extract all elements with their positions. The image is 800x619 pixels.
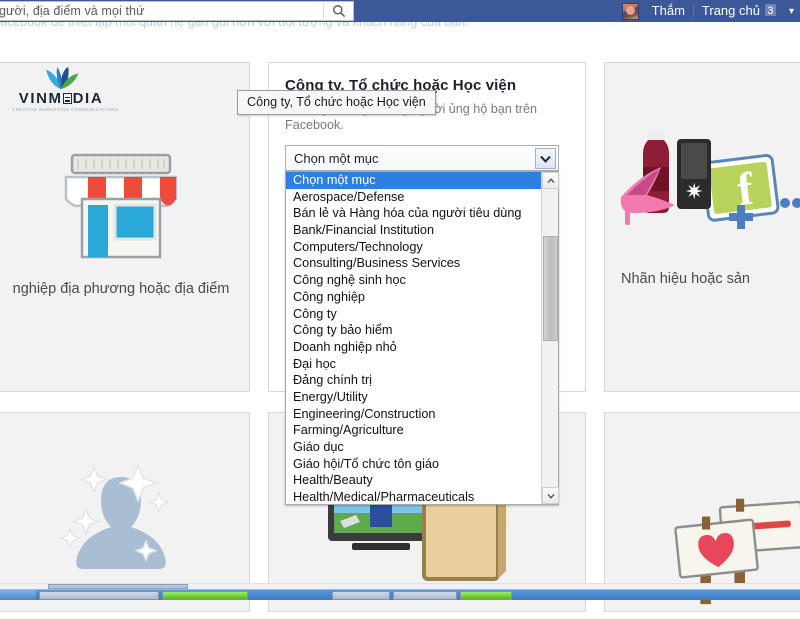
- e-box-glyph: [63, 93, 72, 104]
- taskbar-item[interactable]: [39, 591, 159, 600]
- home-count-badge: 3: [764, 3, 777, 17]
- os-taskbar[interactable]: [0, 589, 800, 600]
- tooltip: Công ty, Tổ chức hoặc Học viện: [237, 90, 436, 115]
- taskbar-item[interactable]: [332, 591, 390, 600]
- dropdown-option[interactable]: Farming/Agriculture: [286, 422, 541, 439]
- dropdown-options[interactable]: Chọn một mụcAerospace/DefenseBán lẻ và H…: [286, 172, 541, 504]
- dropdown-option[interactable]: Công nghiệp: [286, 289, 541, 306]
- header-right-nav: Thắm Trang chủ 3 ▾: [622, 0, 800, 22]
- page-body: nghiệp địa phương hoặc địa điểm Công ty,…: [0, 38, 800, 600]
- dropdown-option[interactable]: Aerospace/Defense: [286, 189, 541, 206]
- vinmedia-tagline: CREATIVE MARKETING COMMUNICATIONS: [12, 107, 110, 112]
- dropdown-option[interactable]: Công ty bảo hiểm: [286, 322, 541, 339]
- category-select-wrap: Chọn một mục Chọn một mụcAerospace/Defen…: [285, 145, 559, 171]
- storefront-icon: [0, 141, 249, 271]
- search-icon[interactable]: [323, 1, 353, 21]
- category-select[interactable]: Chọn một mục: [285, 145, 559, 171]
- taskbar-item[interactable]: [162, 591, 248, 600]
- taskbar-item[interactable]: [393, 591, 457, 600]
- card-cause[interactable]: [604, 412, 800, 612]
- dropdown-option[interactable]: Giáo hội/Tổ chức tôn giáo: [286, 456, 541, 473]
- dropdown-option[interactable]: Computers/Technology: [286, 239, 541, 256]
- chevron-down-icon[interactable]: [535, 148, 556, 169]
- leaf-icon: [33, 64, 89, 90]
- scrollbar-thumb[interactable]: [543, 236, 558, 341]
- chevron-down-icon[interactable]: ▾: [785, 6, 798, 17]
- dropdown-option[interactable]: Health/Medical/Pharmaceuticals: [286, 489, 541, 504]
- faded-banner: acebook để thiết lập mối quan hệ gần gũi…: [0, 22, 800, 38]
- card-brand-product-caption: Nhãn hiệu hoặc sản: [605, 271, 800, 287]
- svg-text:✷: ✷: [685, 179, 703, 204]
- taskbar-start-button[interactable]: [0, 590, 36, 600]
- avatar[interactable]: [622, 3, 639, 20]
- chevron-up-icon[interactable]: [542, 172, 559, 189]
- dropdown-option[interactable]: Công nghệ sinh học: [286, 272, 541, 289]
- dropdown-option[interactable]: Bán lẻ và Hàng hóa của người tiêu dùng: [286, 205, 541, 222]
- vinmedia-word-suffix: DIA: [73, 90, 104, 107]
- dropdown-option[interactable]: Công ty: [286, 306, 541, 323]
- vinmedia-logo: VINM DIA CREATIVE MARKETING COMMUNICATION…: [12, 64, 110, 112]
- vinmedia-word-prefix: VINM: [19, 90, 63, 107]
- category-dropdown-list[interactable]: Chọn một mụcAerospace/DefenseBán lẻ và H…: [285, 171, 559, 505]
- faded-banner-text: acebook để thiết lập mối quan hệ gần gũi…: [0, 22, 469, 29]
- dropdown-option[interactable]: Đại học: [286, 356, 541, 373]
- dropdown-option[interactable]: Health/Beauty: [286, 472, 541, 489]
- dropdown-scrollbar[interactable]: [541, 172, 558, 504]
- category-select-value: Chọn một mục: [294, 151, 379, 166]
- facebook-top-bar: gười, địa điểm và mọi thứ Thắm Trang chủ…: [0, 0, 800, 22]
- profile-link[interactable]: Thắm: [644, 0, 693, 22]
- dropdown-option[interactable]: Bank/Financial Institution: [286, 222, 541, 239]
- card-brand-product[interactable]: f ✷: [604, 62, 800, 392]
- dropdown-option[interactable]: Chọn một mục: [286, 172, 541, 189]
- dropdown-option[interactable]: Giáo dục: [286, 439, 541, 456]
- public-figure-icon: [0, 431, 249, 601]
- card-public-figure[interactable]: [0, 412, 250, 612]
- dropdown-option[interactable]: Consulting/Business Services: [286, 255, 541, 272]
- home-label: Trang chủ: [702, 3, 760, 18]
- taskbar-item[interactable]: [460, 591, 512, 600]
- home-link[interactable]: Trang chủ 3: [694, 0, 785, 22]
- dropdown-option[interactable]: Engineering/Construction: [286, 406, 541, 423]
- dropdown-option[interactable]: Energy/Utility: [286, 389, 541, 406]
- card-local-business-caption: nghiệp địa phương hoặc địa điểm: [0, 281, 249, 297]
- search-box[interactable]: gười, địa điểm và mọi thứ: [0, 1, 354, 21]
- chevron-down-icon[interactable]: [542, 487, 559, 504]
- dropdown-option[interactable]: Doanh nghiệp nhỏ: [286, 339, 541, 356]
- dropdown-option[interactable]: Đảng chính trị: [286, 372, 541, 389]
- page-type-card-grid: nghiệp địa phương hoặc địa điểm Công ty,…: [0, 38, 800, 600]
- brand-products-icon: f ✷: [605, 123, 800, 253]
- vinmedia-wordmark: VINM DIA: [12, 91, 110, 106]
- search-input[interactable]: gười, địa điểm và mọi thứ: [0, 4, 323, 18]
